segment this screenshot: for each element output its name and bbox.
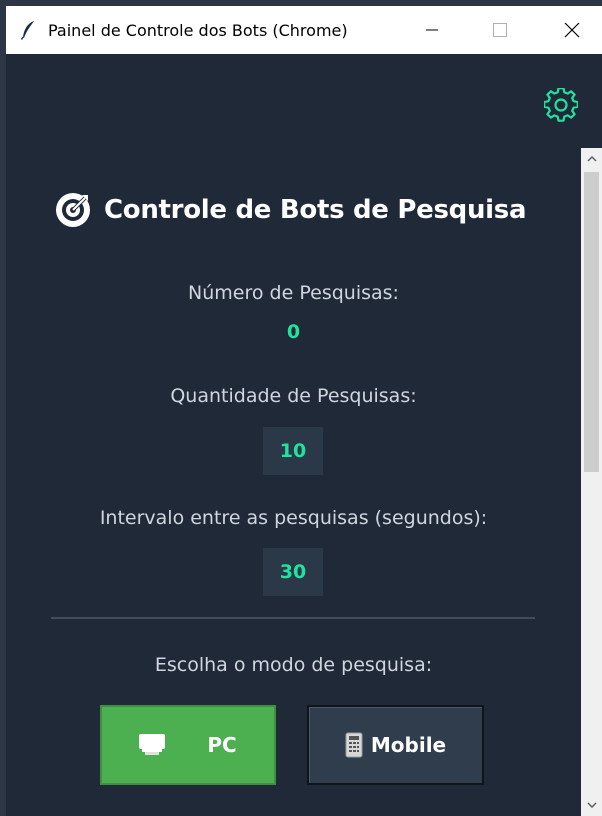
window-title: Painel de Controle dos Bots (Chrome) (48, 21, 348, 40)
divider (51, 617, 535, 619)
maximize-icon (493, 23, 507, 37)
scrollbar[interactable] (581, 148, 602, 816)
scroll-up-arrow-icon[interactable] (581, 148, 602, 170)
pc-mode-button[interactable]: PC (100, 705, 276, 785)
scroll-down-arrow-icon[interactable] (581, 794, 602, 816)
page-title: Controle de Bots de Pesquisa (54, 190, 527, 230)
searches-count-value: 0 (286, 321, 301, 343)
monitor-icon (139, 734, 166, 755)
close-icon (564, 22, 580, 38)
target-icon (56, 193, 90, 227)
interval-label: Intervalo entre as pesquisas (segundos): (99, 507, 488, 529)
title-bar[interactable]: Painel de Controle dos Bots (Chrome) (6, 6, 602, 54)
searches-count-label: Número de Pesquisas: (188, 282, 399, 304)
minimize-button[interactable] (406, 6, 458, 54)
phone-icon (345, 732, 363, 758)
mode-label: Escolha o modo de pesquisa: (154, 654, 433, 676)
pc-mode-label: PC (207, 733, 237, 757)
app-window: Painel de Controle dos Bots (Chrome) Con… (6, 6, 602, 816)
quantity-input[interactable]: 10 (263, 427, 323, 475)
gear-icon[interactable] (544, 88, 578, 122)
feather-icon (20, 21, 34, 40)
close-button[interactable] (546, 6, 598, 54)
quantity-label: Quantidade de Pesquisas: (170, 385, 417, 407)
interval-input[interactable]: 30 (263, 548, 323, 596)
mobile-mode-button[interactable]: Mobile (307, 705, 484, 785)
mobile-mode-label: Mobile (370, 733, 447, 757)
minimize-icon (426, 29, 438, 31)
maximize-button[interactable] (474, 6, 526, 54)
page-title-text: Controle de Bots de Pesquisa (104, 195, 527, 225)
scrollbar-thumb[interactable] (584, 172, 599, 472)
